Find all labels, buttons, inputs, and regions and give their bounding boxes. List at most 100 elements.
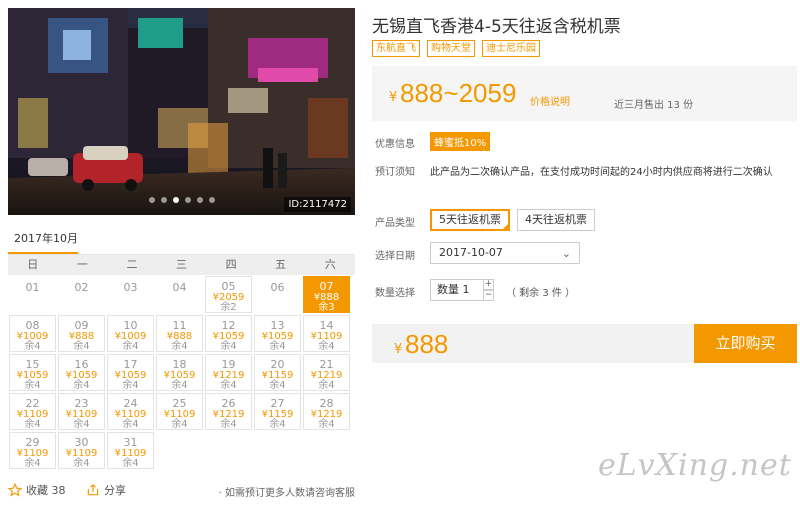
day-remaining: 余4 (122, 341, 139, 352)
day-remaining: 余4 (122, 458, 139, 469)
calendar-day: 01 (9, 276, 56, 313)
day-remaining: 余2 (220, 302, 237, 313)
weekday-label: 日 (27, 258, 39, 271)
calendar-day[interactable]: 12 ¥1059 余4 (205, 315, 252, 352)
carousel-dot-active[interactable] (172, 197, 179, 203)
calendar-day[interactable]: 31 ¥1109 余4 (107, 432, 154, 469)
day-remaining: 余4 (73, 458, 90, 469)
day-remaining: 余4 (171, 341, 188, 352)
price-currency: ¥ (389, 90, 398, 105)
day-remaining: 余3 (318, 302, 335, 313)
type-option-4day[interactable]: 4天往返机票 (517, 209, 595, 231)
day-remaining: 余4 (269, 341, 286, 352)
calendar-day[interactable]: 16 ¥1059 余4 (58, 354, 105, 391)
type-option-5day[interactable]: 5天往返机票 (430, 209, 510, 231)
promo-label: 优惠信息 (375, 139, 415, 150)
calendar-day[interactable]: 24 ¥1109 余4 (107, 393, 154, 430)
share-button[interactable]: 分享 (86, 482, 126, 498)
calendar-day[interactable]: 08 ¥1009 余4 (9, 315, 56, 352)
day-remaining: 余4 (24, 341, 41, 352)
date-value: 2017-10-07 (439, 246, 503, 259)
calendar-grid: 01 02 03 04 05 ¥2059 余2 06 07 ¥888 余3 08 ¥1009 余4 09 ¥8… (8, 276, 355, 469)
calendar-month-tab[interactable]: 2017年10月 (8, 230, 78, 254)
calendar-day[interactable]: 18 ¥1059 余4 (156, 354, 203, 391)
day-number: 06 (270, 281, 285, 294)
calendar-day[interactable]: 09 ¥888 余4 (58, 315, 105, 352)
day-number: 04 (172, 281, 187, 294)
product-tag[interactable]: 购物天堂 (427, 40, 475, 57)
product-photo[interactable]: ID:2117472 (8, 8, 355, 215)
calendar-day[interactable]: 15 ¥1059 余4 (9, 354, 56, 391)
calendar-day[interactable]: 05 ¥2059 余2 (205, 276, 252, 313)
carousel-dot[interactable] (148, 197, 155, 203)
share-label: 分享 (104, 484, 126, 497)
day-remaining: 余4 (318, 341, 335, 352)
stock-remaining: （ 剩余 3 件 ） (506, 288, 576, 299)
calendar-day: 06 (254, 276, 301, 313)
calendar-day[interactable]: 25 ¥1109 余4 (156, 393, 203, 430)
price-range: 888~2059 (400, 78, 517, 108)
plus-icon[interactable]: + (483, 279, 494, 290)
product-tag[interactable]: 东航直飞 (372, 40, 420, 57)
day-remaining: 余4 (73, 419, 90, 430)
product-actions: 收藏 38 分享 · 如需预订更多人数请咨询客服 (8, 482, 355, 500)
calendar-day[interactable]: 29 ¥1109 余4 (9, 432, 56, 469)
day-remaining: 余4 (24, 380, 41, 391)
quantity-input[interactable]: 数量 1 (430, 279, 485, 301)
calendar-day[interactable]: 11 ¥888 余4 (156, 315, 203, 352)
day-remaining: 余4 (220, 341, 237, 352)
calendar-day[interactable]: 13 ¥1059 余4 (254, 315, 301, 352)
carousel-dot[interactable] (208, 197, 215, 203)
carousel-dot[interactable] (196, 197, 203, 203)
calendar-day[interactable]: 26 ¥1219 余4 (205, 393, 252, 430)
minus-icon[interactable]: − (483, 290, 494, 301)
calendar-day[interactable]: 23 ¥1109 余4 (58, 393, 105, 430)
buy-now-button[interactable]: 立即购买 (694, 324, 797, 363)
weekday-label: 三 (176, 258, 188, 271)
price-panel: ¥ 888~2059 价格说明 近三月售出 13 份 (372, 66, 797, 121)
day-number: 01 (25, 281, 40, 294)
sold-count: 近三月售出 13 份 (614, 100, 694, 111)
calendar-day: 04 (156, 276, 203, 313)
calendar-day-selected[interactable]: 07 ¥888 余3 (303, 276, 350, 313)
weekday-label: 五 (275, 258, 287, 271)
calendar-day: 03 (107, 276, 154, 313)
date-select[interactable]: 2017-10-07 ⌄ (430, 242, 580, 264)
photo-id-label: ID:2117472 (284, 197, 351, 212)
quantity-stepper: + − (483, 279, 494, 301)
calendar-day[interactable]: 21 ¥1219 余4 (303, 354, 350, 391)
day-remaining: 余4 (269, 380, 286, 391)
day-remaining: 余4 (318, 380, 335, 391)
price-note-link[interactable]: 价格说明 (530, 93, 570, 108)
share-icon (87, 484, 99, 496)
favorite-button[interactable]: 收藏 38 (8, 482, 66, 498)
calendar-day[interactable]: 19 ¥1219 余4 (205, 354, 252, 391)
carousel-dots (148, 197, 215, 203)
weekday-label: 四 (225, 258, 237, 271)
day-remaining: 余4 (122, 419, 139, 430)
day-remaining: 余4 (318, 419, 335, 430)
calendar-day[interactable]: 27 ¥1159 余4 (254, 393, 301, 430)
calendar-day: 02 (58, 276, 105, 313)
promo-badge: 蜂蜜抵10% (430, 132, 491, 151)
calendar-day[interactable]: 30 ¥1109 余4 (58, 432, 105, 469)
calendar-day[interactable]: 28 ¥1219 余4 (303, 393, 350, 430)
calendar-day[interactable]: 22 ¥1109 余4 (9, 393, 56, 430)
calendar-day[interactable]: 20 ¥1159 余4 (254, 354, 301, 391)
date-label: 选择日期 (375, 251, 415, 262)
day-remaining: 余4 (269, 419, 286, 430)
booking-label: 预订须知 (375, 167, 415, 178)
day-remaining: 余4 (171, 419, 188, 430)
calendar-day[interactable]: 10 ¥1009 余4 (107, 315, 154, 352)
product-tag[interactable]: 迪士尼乐园 (482, 40, 540, 57)
day-remaining: 余4 (220, 419, 237, 430)
carousel-dot[interactable] (160, 197, 167, 203)
day-remaining: 余4 (122, 380, 139, 391)
weekday-label: 二 (126, 258, 138, 271)
calendar-day[interactable]: 17 ¥1059 余4 (107, 354, 154, 391)
product-tags: 东航直飞 购物天堂 迪士尼乐园 (372, 40, 540, 57)
calendar-day[interactable]: 14 ¥1109 余4 (303, 315, 350, 352)
day-number: 02 (74, 281, 89, 294)
street-photo-image (8, 8, 355, 215)
carousel-dot[interactable] (184, 197, 191, 203)
